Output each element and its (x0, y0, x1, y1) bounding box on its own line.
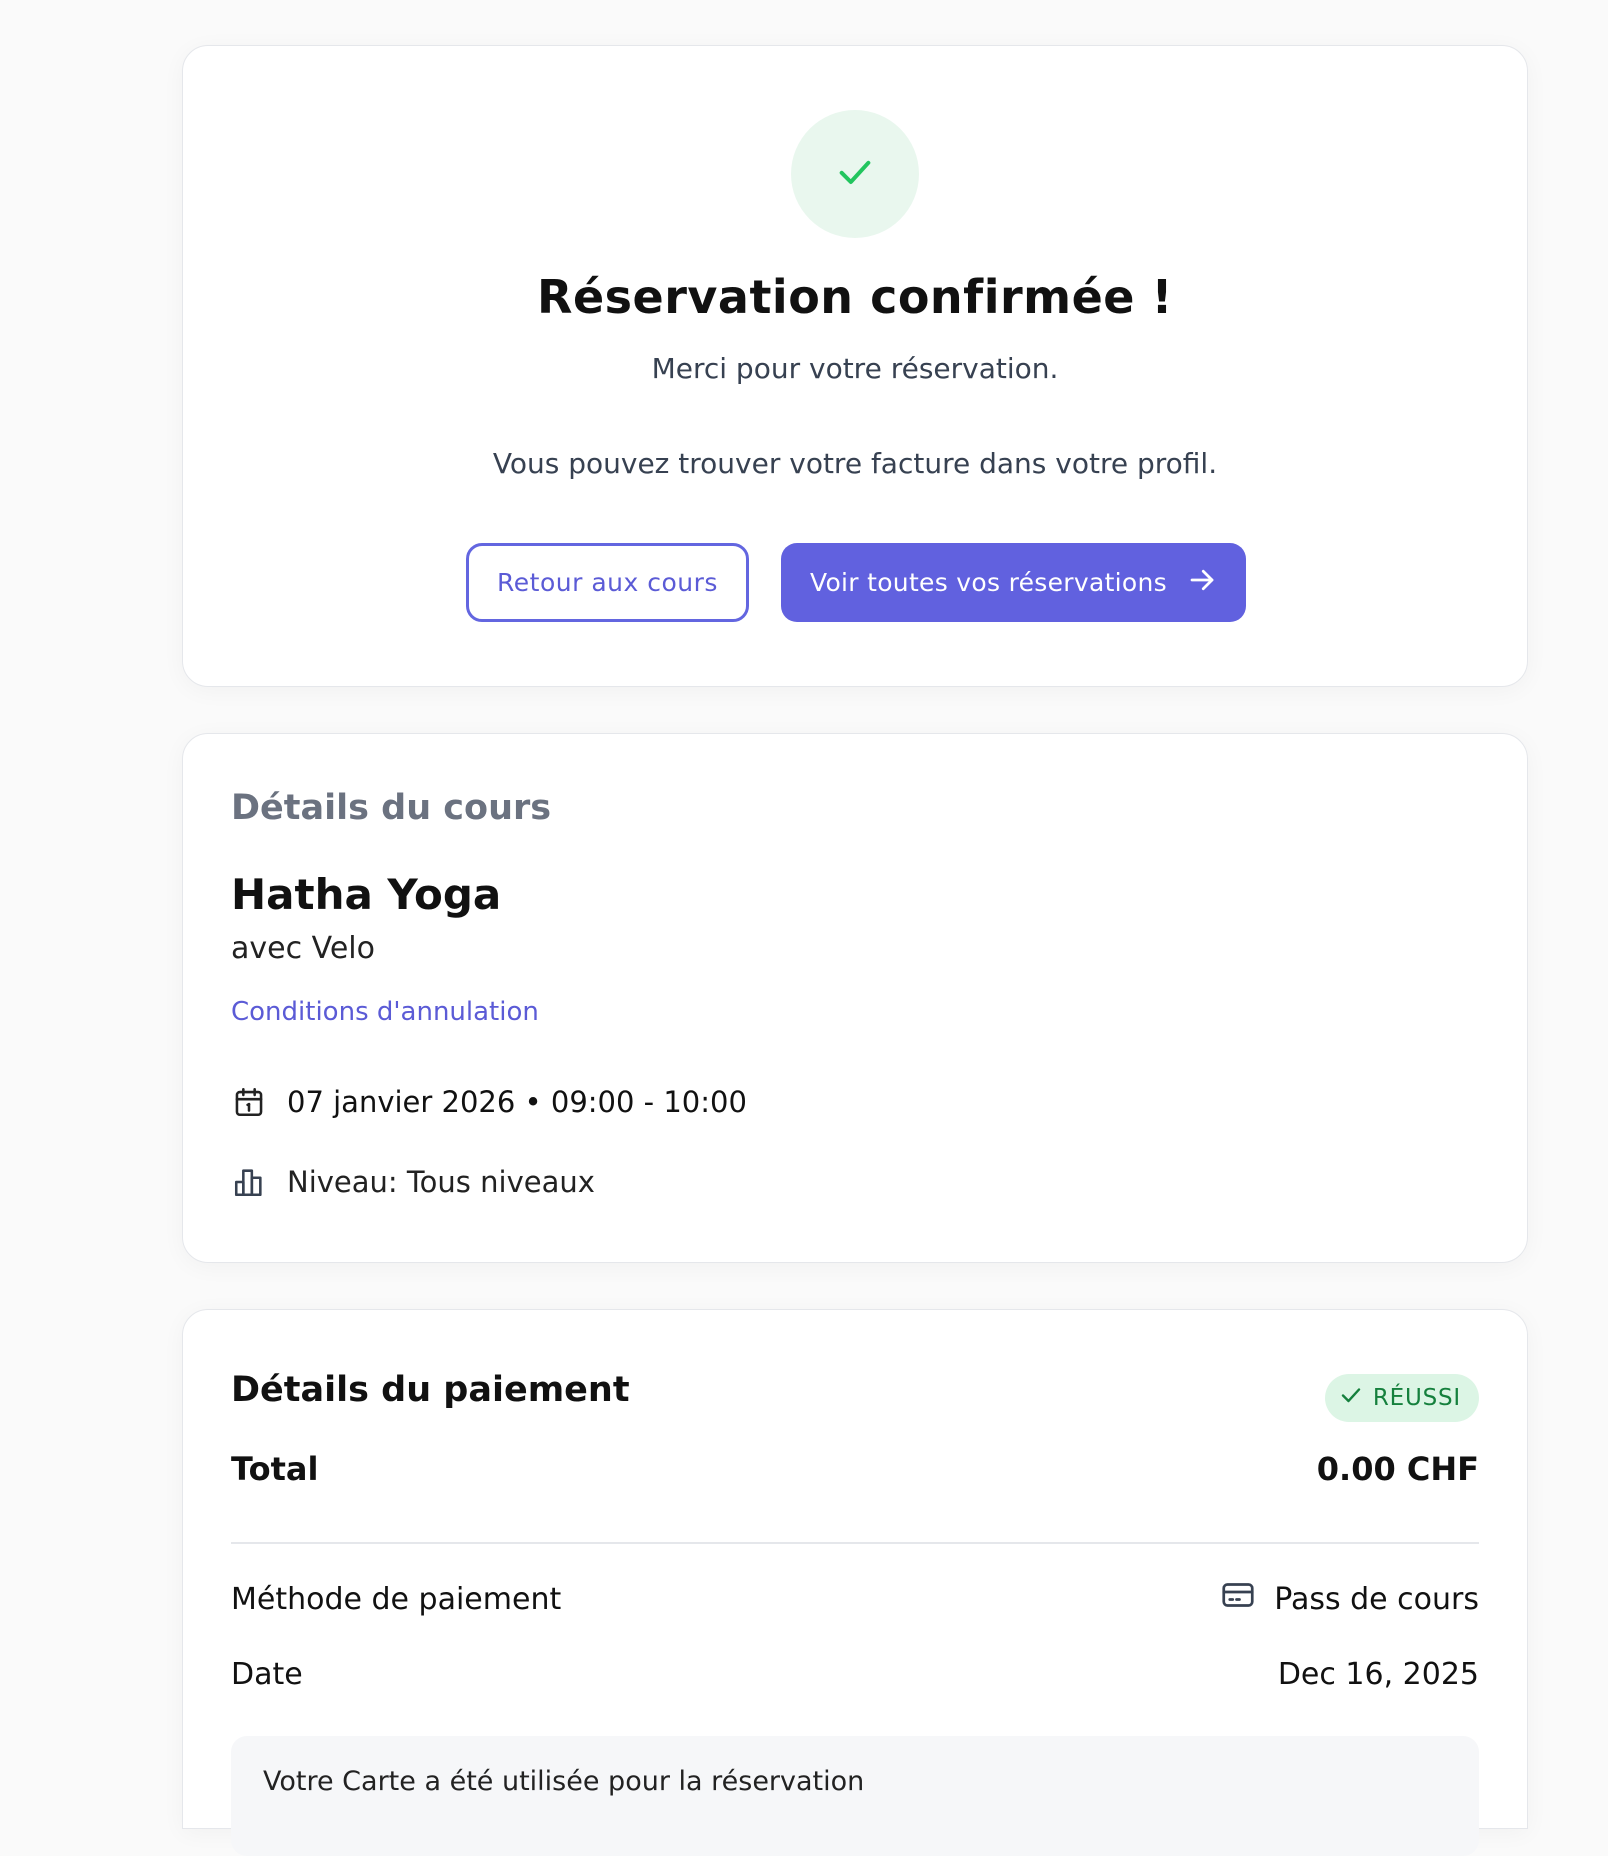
payment-method-value: Pass de cours (1274, 1581, 1479, 1617)
divider (231, 1542, 1479, 1544)
payment-total-row: Total 0.00 CHF (231, 1450, 1479, 1488)
course-details-heading: Détails du cours (231, 788, 552, 828)
calendar-icon (231, 1084, 267, 1120)
success-badge (791, 110, 919, 238)
invoice-note: Vous pouvez trouver votre facture dans v… (492, 447, 1218, 480)
check-icon (1339, 1383, 1363, 1413)
view-all-bookings-label: Voir toutes vos réservations (809, 568, 1167, 597)
course-teacher: avec Velo (231, 931, 375, 966)
credit-card-icon (1220, 1577, 1256, 1621)
back-to-courses-button[interactable]: Retour aux cours (466, 543, 749, 622)
payment-date-label: Date (231, 1657, 303, 1692)
payment-status-badge: RÉUSSI (1324, 1374, 1479, 1422)
course-level: Niveau: Tous niveaux (287, 1165, 595, 1199)
confirmation-title: Réservation confirmée ! (537, 270, 1173, 324)
payment-date-value: Dec 16, 2025 (1277, 1657, 1479, 1692)
payment-date-row: Date Dec 16, 2025 (231, 1657, 1479, 1692)
payment-method-label: Méthode de paiement (231, 1581, 562, 1617)
total-value: 0.00 CHF (1316, 1450, 1479, 1488)
course-datetime: 07 janvier 2026 • 09:00 - 10:00 (287, 1085, 747, 1119)
total-label: Total (231, 1450, 319, 1488)
course-name: Hatha Yoga (231, 870, 502, 919)
back-to-courses-label: Retour aux cours (497, 568, 718, 597)
payment-note-box: Votre Carte a été utilisée pour la réser… (231, 1736, 1479, 1856)
payment-method-value-group: Pass de cours (1220, 1577, 1479, 1621)
course-level-row: Niveau: Tous niveaux (231, 1164, 595, 1200)
payment-status-label: RÉUSSI (1372, 1385, 1461, 1411)
bar-chart-icon (231, 1164, 267, 1200)
arrow-right-icon (1187, 565, 1217, 601)
payment-details-heading: Détails du paiement (231, 1370, 630, 1410)
payment-method-row: Méthode de paiement Pass de cours (231, 1577, 1479, 1621)
payment-details-card: Détails du paiement RÉUSSI Total 0.00 CH… (182, 1309, 1528, 1856)
check-icon (835, 152, 875, 196)
confirmation-card: Réservation confirmée ! Merci pour votre… (182, 45, 1528, 687)
view-all-bookings-button[interactable]: Voir toutes vos réservations (781, 543, 1246, 622)
cancellation-policy-link[interactable]: Conditions d'annulation (231, 997, 539, 1027)
course-datetime-row: 07 janvier 2026 • 09:00 - 10:00 (231, 1084, 747, 1120)
confirmation-thanks: Merci pour votre réservation. (651, 352, 1059, 385)
course-details-card: Détails du cours Hatha Yoga avec Velo Co… (182, 733, 1528, 1263)
